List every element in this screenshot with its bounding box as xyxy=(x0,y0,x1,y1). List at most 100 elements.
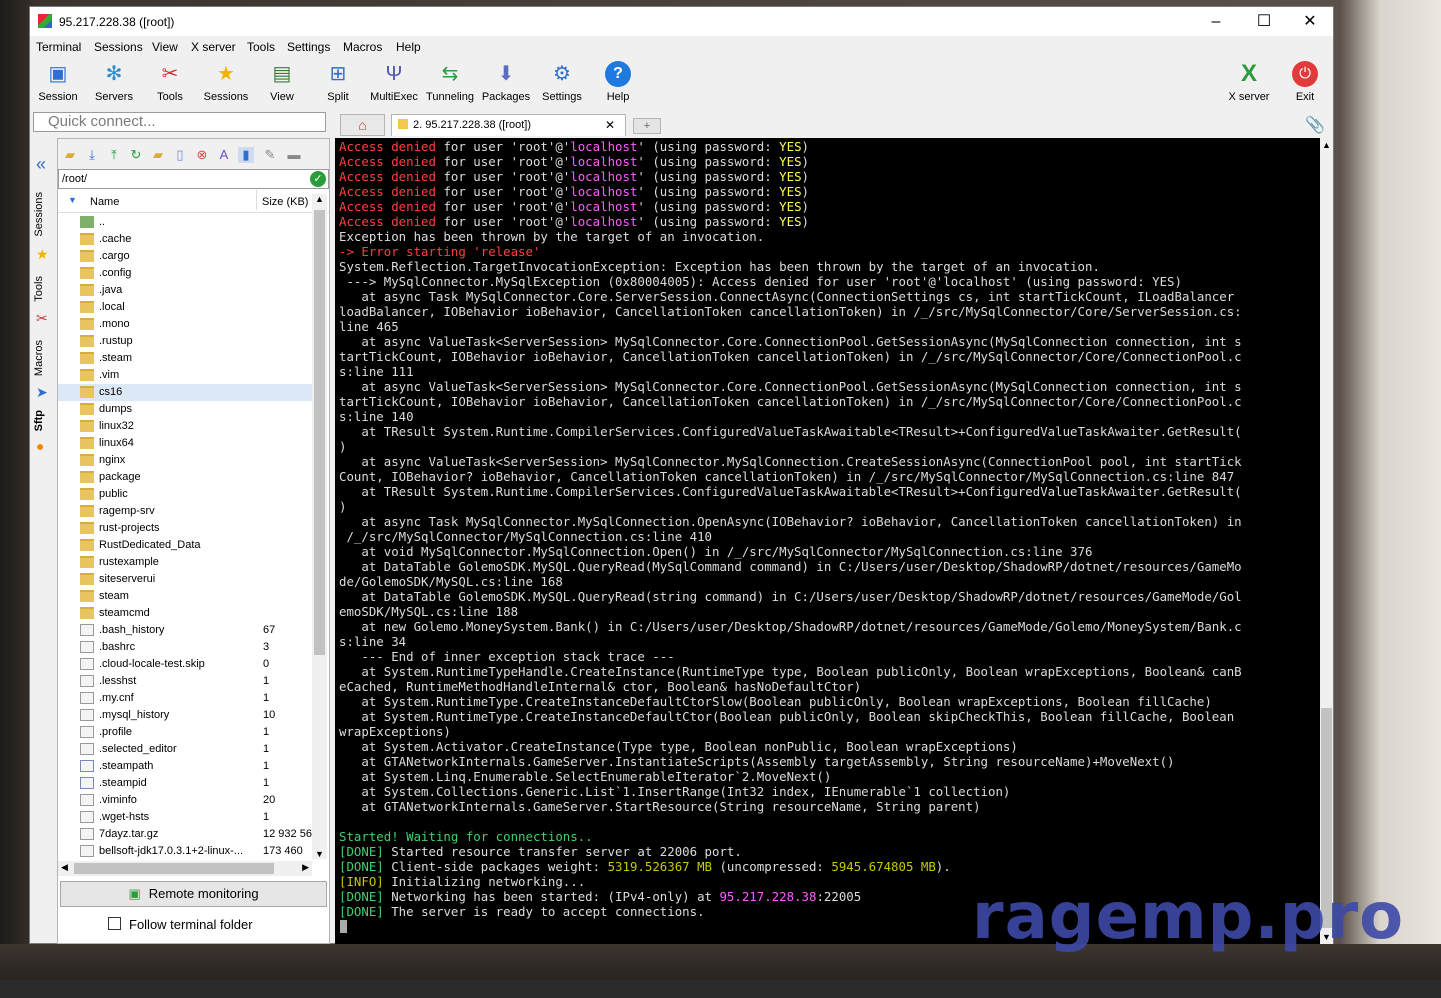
terminal-output[interactable]: Access denied for user 'root'@'localhost… xyxy=(335,138,1320,944)
toolbar-settings-button[interactable]: ⚙ Settings xyxy=(534,59,590,109)
toolbar-help-button[interactable]: ? Help xyxy=(590,59,646,109)
upload-icon[interactable]: ⤒ xyxy=(106,147,122,163)
menu-help[interactable]: Help xyxy=(396,40,421,54)
file-row[interactable]: public xyxy=(58,486,312,503)
file-row[interactable]: .. xyxy=(58,214,312,231)
file-row[interactable]: .lesshst 1 xyxy=(58,673,312,690)
file-row[interactable]: .steampath 1 xyxy=(58,758,312,775)
parent-folder-icon[interactable]: ▰ xyxy=(62,147,78,163)
scroll-up-icon[interactable]: ▲ xyxy=(1322,140,1331,150)
file-row[interactable]: dumps xyxy=(58,401,312,418)
toolbar-packages-button[interactable]: ⬇ Packages xyxy=(478,59,534,109)
file-row[interactable]: .bashrc 3 xyxy=(58,639,312,656)
toolbar-exit-button[interactable]: ⏻ Exit xyxy=(1277,59,1333,109)
terminal-scrollbar[interactable]: ▲ ▼ xyxy=(1320,138,1333,944)
toolbar-tools-button[interactable]: ✂ Tools xyxy=(142,59,198,109)
scrollbar-thumb[interactable] xyxy=(74,863,274,874)
file-row[interactable]: nginx xyxy=(58,452,312,469)
file-row[interactable]: siteserverui xyxy=(58,571,312,588)
menu-x-server[interactable]: X server xyxy=(191,40,236,54)
file-row[interactable]: RustDedicated_Data xyxy=(58,537,312,554)
menu-tools[interactable]: Tools xyxy=(247,40,275,54)
close-button[interactable]: ✕ xyxy=(1287,7,1333,36)
file-row[interactable]: ragemp-srv xyxy=(58,503,312,520)
toolbar-x-server-button[interactable]: XX server xyxy=(1221,59,1277,109)
checkmark-icon[interactable]: ✓ xyxy=(310,171,326,187)
toolbar-servers-button[interactable]: ✻ Servers xyxy=(86,59,142,109)
file-row[interactable]: .steam xyxy=(58,350,312,367)
file-row[interactable]: rustexample xyxy=(58,554,312,571)
file-row[interactable]: .viminfo 20 xyxy=(58,792,312,809)
quick-connect-input[interactable]: Quick connect... xyxy=(33,112,326,132)
toolbar-sessions-button[interactable]: ★ Sessions xyxy=(198,59,254,109)
toggle-hidden-icon[interactable]: ▮ xyxy=(238,147,254,163)
file-list-horizontal-scrollbar[interactable]: ◀ ▶ xyxy=(58,861,312,876)
menu-macros[interactable]: Macros xyxy=(343,40,382,54)
scroll-right-icon[interactable]: ▶ xyxy=(302,862,309,873)
file-row[interactable]: .vim xyxy=(58,367,312,384)
scroll-down-icon[interactable]: ▼ xyxy=(315,849,324,859)
file-row[interactable]: .mysql_history 10 xyxy=(58,707,312,724)
collapse-sidebar-icon[interactable]: « xyxy=(36,154,46,175)
toolbar-tunneling-button[interactable]: ⇆ Tunneling xyxy=(422,59,478,109)
file-row[interactable]: linux64 xyxy=(58,435,312,452)
file-row[interactable]: .bash_history 67 xyxy=(58,622,312,639)
file-row[interactable]: .cache xyxy=(58,231,312,248)
terminal-icon[interactable]: ▬ xyxy=(286,147,302,163)
file-row[interactable]: steam xyxy=(58,588,312,605)
follow-terminal-folder-checkbox[interactable]: Follow terminal folder xyxy=(108,917,253,932)
file-row[interactable]: .mono xyxy=(58,316,312,333)
download-icon[interactable]: ⤓ xyxy=(84,147,100,163)
file-row[interactable]: 7dayz.tar.gz 12 932 56 xyxy=(58,826,312,843)
tab-close-icon[interactable]: ✕ xyxy=(605,115,615,135)
toolbar-session-button[interactable]: ▣ Session xyxy=(30,59,86,109)
file-row[interactable]: .wget-hsts 1 xyxy=(58,809,312,826)
file-row[interactable]: .local xyxy=(58,299,312,316)
menu-terminal[interactable]: Terminal xyxy=(36,40,81,54)
file-row[interactable]: .steampid 1 xyxy=(58,775,312,792)
file-row[interactable]: bellsoft-jdk17.0.3.1+2-linux-... 173 460 xyxy=(58,843,312,859)
menu-view[interactable]: View xyxy=(152,40,178,54)
rename-icon[interactable]: A xyxy=(216,147,232,163)
sidebar-tab-sessions[interactable]: Sessions xyxy=(33,192,45,237)
scroll-up-icon[interactable]: ▲ xyxy=(315,194,324,204)
file-row[interactable]: .selected_editor 1 xyxy=(58,741,312,758)
file-row[interactable]: package xyxy=(58,469,312,486)
file-row[interactable]: .cargo xyxy=(58,248,312,265)
scrollbar-thumb[interactable] xyxy=(314,210,325,655)
new-tab-button[interactable]: + xyxy=(633,118,661,134)
new-folder-icon[interactable]: ▰ xyxy=(150,147,166,163)
paperclip-icon[interactable]: 📎 xyxy=(1305,115,1325,135)
file-row[interactable]: .config xyxy=(58,265,312,282)
toolbar-split-button[interactable]: ⊞ Split xyxy=(310,59,366,109)
file-row[interactable]: rust-projects xyxy=(58,520,312,537)
column-size[interactable]: Size (KB) xyxy=(262,196,308,208)
checkbox[interactable] xyxy=(108,917,121,930)
home-tab[interactable]: ⌂ xyxy=(340,114,385,136)
file-row[interactable]: steamcmd xyxy=(58,605,312,622)
toolbar-view-button[interactable]: ▤ View xyxy=(254,59,310,109)
file-row[interactable]: .rustup xyxy=(58,333,312,350)
file-row[interactable]: .java xyxy=(58,282,312,299)
path-input[interactable]: /root/ ✓ xyxy=(58,169,329,189)
column-name[interactable]: Name xyxy=(90,196,119,208)
scroll-left-icon[interactable]: ◀ xyxy=(61,862,68,873)
file-row[interactable]: cs16 xyxy=(58,384,312,401)
remote-monitoring-button[interactable]: ▣ Remote monitoring xyxy=(60,881,327,907)
refresh-icon[interactable]: ↻ xyxy=(128,147,144,163)
delete-icon[interactable]: ⊗ xyxy=(194,147,210,163)
file-row[interactable]: .cloud-locale-test.skip 0 xyxy=(58,656,312,673)
permissions-icon[interactable]: ✎ xyxy=(262,147,278,163)
tab-session[interactable]: 2. 95.217.228.38 ([root]) ✕ xyxy=(391,114,626,136)
file-row[interactable]: linux32 xyxy=(58,418,312,435)
new-file-icon[interactable]: ▯ xyxy=(172,147,188,163)
maximize-button[interactable]: ☐ xyxy=(1241,7,1287,36)
menu-sessions[interactable]: Sessions xyxy=(94,40,143,54)
file-row[interactable]: .my.cnf 1 xyxy=(58,690,312,707)
menu-settings[interactable]: Settings xyxy=(287,40,330,54)
file-list-vertical-scrollbar[interactable]: ▲ ▼ xyxy=(312,194,327,859)
minimize-button[interactable]: – xyxy=(1193,7,1239,36)
toolbar-multiexec-button[interactable]: Ψ MultiExec xyxy=(366,59,422,109)
sidebar-tab-sftp[interactable]: Sftp xyxy=(33,410,45,431)
sidebar-tab-tools[interactable]: Tools xyxy=(33,276,45,302)
